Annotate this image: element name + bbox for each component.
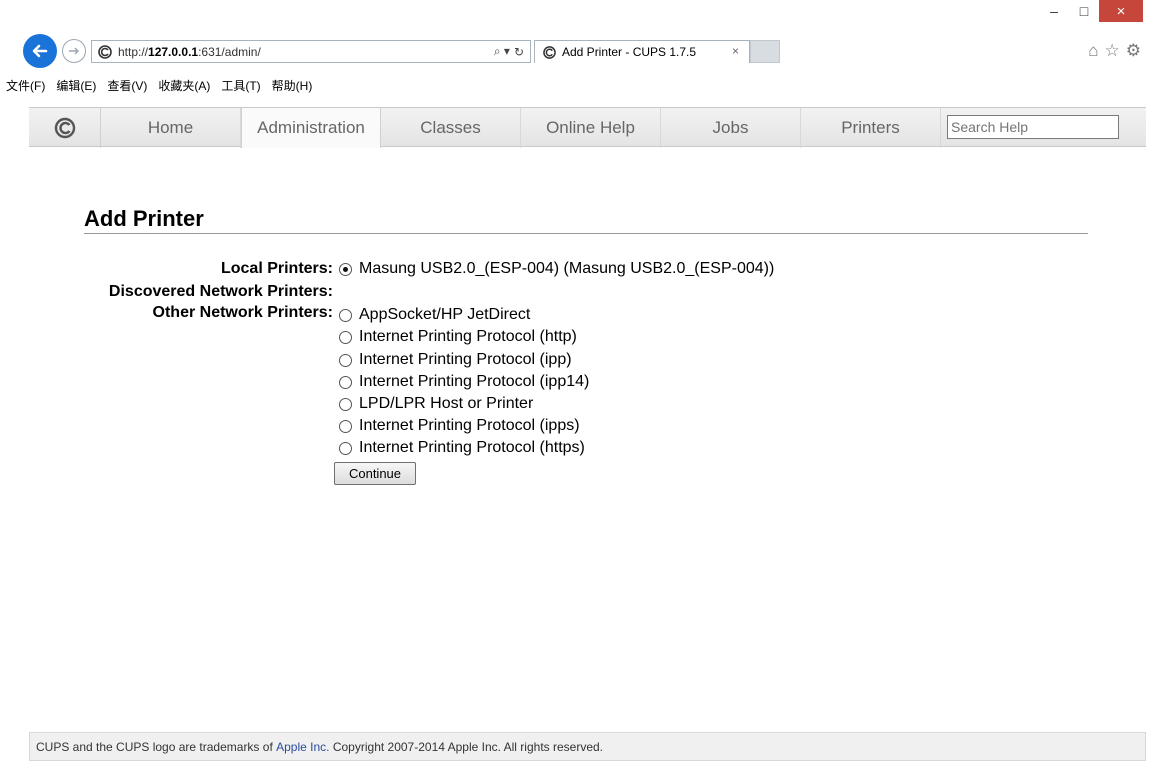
page-footer: CUPS and the CUPS logo are trademarks of… xyxy=(29,732,1146,761)
radio[interactable] xyxy=(339,441,352,455)
address-bar[interactable]: http://127.0.0.1:631/admin/ ⌕ ▾ ↻ xyxy=(91,40,531,63)
continue-button[interactable]: Continue xyxy=(334,462,416,485)
footer-text-end: Copyright 2007-2014 Apple Inc. All right… xyxy=(332,739,604,754)
menu-tools[interactable]: 工具(T) xyxy=(221,77,260,94)
minimize-button[interactable]: – xyxy=(1039,0,1069,22)
other-printers-label: Other Network Printers: xyxy=(152,304,333,321)
forward-arrow-icon xyxy=(69,47,79,55)
local-printer-option[interactable]: Masung USB2.0_(ESP-004) (Masung USB2.0_(… xyxy=(339,259,774,279)
tab-jobs[interactable]: Jobs xyxy=(661,108,801,148)
cups-navigation: Home Administration Classes Online Help … xyxy=(29,107,1146,148)
option-label: Internet Printing Protocol (http) xyxy=(359,328,577,345)
radio[interactable] xyxy=(339,330,352,344)
menu-edit[interactable]: 编辑(E) xyxy=(56,77,96,94)
option-label: Internet Printing Protocol (ipp14) xyxy=(359,373,590,390)
home-icon[interactable]: ⌂ xyxy=(1088,41,1098,61)
other-printer-option[interactable]: LPD/LPR Host or Printer xyxy=(339,394,533,414)
other-printer-option[interactable]: Internet Printing Protocol (https) xyxy=(339,438,585,458)
option-label: Internet Printing Protocol (ipp) xyxy=(359,351,572,368)
url-path: :631/admin/ xyxy=(198,44,261,59)
menu-bar: 文件(F) 编辑(E) 查看(V) 收藏夹(A) 工具(T) 帮助(H) xyxy=(0,74,1149,96)
search-wrap xyxy=(941,108,1146,146)
address-url: http://127.0.0.1:631/admin/ xyxy=(118,45,261,59)
tab-home[interactable]: Home xyxy=(101,108,241,148)
browser-tab[interactable]: Add Printer - CUPS 1.7.5 × xyxy=(534,40,750,63)
window-controls: – □ × xyxy=(1039,0,1143,30)
menu-favorites[interactable]: 收藏夹(A) xyxy=(158,77,210,94)
close-window-button[interactable]: × xyxy=(1099,0,1143,22)
tab-administration[interactable]: Administration xyxy=(241,108,381,148)
cups-logo[interactable] xyxy=(29,108,101,148)
option-label: Internet Printing Protocol (https) xyxy=(359,439,585,456)
back-arrow-icon xyxy=(32,44,48,58)
option-label: Masung USB2.0_(ESP-004) (Masung USB2.0_(… xyxy=(359,260,775,277)
new-tab-button[interactable] xyxy=(750,40,780,63)
tab-classes[interactable]: Classes xyxy=(381,108,521,148)
other-printer-option[interactable]: AppSocket/HP JetDirect xyxy=(339,305,530,325)
menu-view[interactable]: 查看(V) xyxy=(107,77,147,94)
title-divider xyxy=(84,233,1088,234)
footer-text-start: CUPS and the CUPS logo are trademarks of xyxy=(36,739,273,754)
local-printers-label: Local Printers: xyxy=(220,260,333,277)
maximize-button[interactable]: □ xyxy=(1069,0,1099,22)
radio[interactable] xyxy=(339,308,352,322)
other-printer-option[interactable]: Internet Printing Protocol (http) xyxy=(339,327,577,347)
menu-help[interactable]: 帮助(H) xyxy=(272,77,313,94)
menu-file[interactable]: 文件(F) xyxy=(6,77,45,94)
url-host: 127.0.0.1 xyxy=(148,44,199,59)
tab-printers[interactable]: Printers xyxy=(801,108,941,148)
tab-close-icon[interactable]: × xyxy=(732,44,739,58)
forward-button[interactable] xyxy=(62,39,86,63)
url-prefix: http:// xyxy=(118,44,149,59)
search-help-input[interactable] xyxy=(947,115,1119,139)
radio[interactable] xyxy=(339,397,352,411)
browser-toolbar: http://127.0.0.1:631/admin/ ⌕ ▾ ↻ Add Pr… xyxy=(0,34,1149,68)
other-printer-option[interactable]: Internet Printing Protocol (ipp) xyxy=(339,350,572,370)
favorites-star-icon[interactable]: ☆ xyxy=(1105,41,1120,61)
other-printer-option[interactable]: Internet Printing Protocol (ipps) xyxy=(339,416,580,436)
search-dropdown-icon[interactable]: ⌕ ▾ xyxy=(494,44,510,59)
other-printer-option[interactable]: Internet Printing Protocol (ipp14) xyxy=(339,372,589,392)
option-label: Internet Printing Protocol (ipps) xyxy=(359,417,580,434)
option-label: AppSocket/HP JetDirect xyxy=(359,306,531,323)
discovered-printers-label: Discovered Network Printers: xyxy=(108,283,333,300)
radio-selected[interactable] xyxy=(339,262,352,276)
cups-logo-icon xyxy=(54,117,75,139)
settings-gear-icon[interactable]: ⚙ xyxy=(1126,41,1141,61)
browser-right-tools: ⌂ ☆ ⚙ xyxy=(1088,41,1141,61)
refresh-icon[interactable]: ↻ xyxy=(514,45,524,59)
radio[interactable] xyxy=(339,419,352,433)
option-label: LPD/LPR Host or Printer xyxy=(359,395,534,412)
tab-title: Add Printer - CUPS 1.7.5 xyxy=(562,45,697,59)
cups-tab-favicon-icon xyxy=(543,45,556,59)
apple-inc-link[interactable]: Apple Inc. xyxy=(276,740,329,754)
page-title: Add Printer xyxy=(84,206,204,231)
cups-favicon-icon xyxy=(98,44,112,59)
radio[interactable] xyxy=(339,353,352,367)
radio[interactable] xyxy=(339,375,352,389)
tab-online-help[interactable]: Online Help xyxy=(521,108,661,148)
back-button[interactable] xyxy=(23,34,57,68)
